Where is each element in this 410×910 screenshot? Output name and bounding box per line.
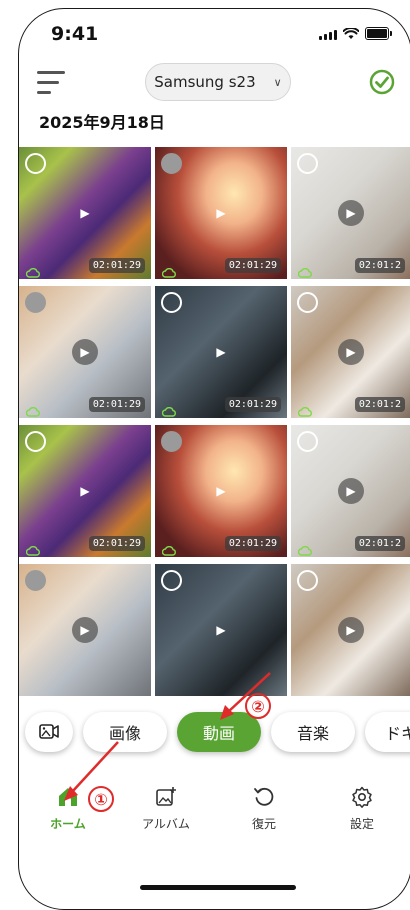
play-icon: ▶ xyxy=(338,617,364,643)
video-thumbnail[interactable]: ▶ xyxy=(291,564,410,696)
filter-chip-video[interactable]: 動画 xyxy=(177,712,261,752)
home-icon xyxy=(59,788,77,806)
grid-row: ▶ ▶ ▶ xyxy=(19,564,410,696)
filter-bar: 画像 動画 音楽 ドキ xyxy=(19,709,410,755)
video-image-icon xyxy=(39,724,59,739)
select-circle[interactable] xyxy=(297,570,318,591)
media-grid: ▶ 02:01:29 ▶ 02:01:29 ▶ 02:01:2 ▶ 02:01:29 ▶ 02:0… xyxy=(19,147,410,703)
video-thumbnail[interactable]: ▶ 02:01:2 xyxy=(291,147,410,279)
play-icon: ▶ xyxy=(72,617,98,643)
select-circle[interactable] xyxy=(25,153,46,174)
video-thumbnail[interactable]: ▶ 02:01:29 xyxy=(155,147,287,279)
status-icons xyxy=(319,27,392,40)
date-heading: 2025年9月18日 xyxy=(39,113,165,132)
select-circle[interactable] xyxy=(161,292,182,313)
cloud-icon xyxy=(25,263,40,278)
cloud-icon xyxy=(161,263,176,278)
play-icon: ▶ xyxy=(80,484,90,498)
duration-label: 02:01:2 xyxy=(354,397,405,412)
grid-row: ▶ 02:01:29 ▶ 02:01:29 ▶ 02:01:2 xyxy=(19,147,410,279)
video-thumbnail[interactable]: ▶ 02:01:2 xyxy=(291,286,410,418)
grid-row: ▶ 02:01:29 ▶ 02:01:29 ▶ 02:01:2 xyxy=(19,286,410,418)
play-icon: ▶ xyxy=(338,200,364,226)
filter-chip-image[interactable]: 画像 xyxy=(83,712,167,752)
duration-label: 02:01:29 xyxy=(88,397,145,412)
cloud-icon xyxy=(161,541,176,556)
select-circle[interactable] xyxy=(161,431,182,452)
play-icon: ▶ xyxy=(72,339,98,365)
select-circle[interactable] xyxy=(161,153,182,174)
video-thumbnail[interactable]: ▶ 02:01:29 xyxy=(155,286,287,418)
tab-bar: ホーム アルバム 復元 設定 xyxy=(19,771,410,841)
annotation-badge-1: ① xyxy=(88,786,114,812)
annotation-badge-2: ② xyxy=(245,693,271,719)
signal-icon xyxy=(319,30,337,40)
tab-album[interactable]: アルバム xyxy=(117,771,215,841)
cloud-icon xyxy=(25,402,40,417)
album-add-icon xyxy=(156,787,176,806)
select-circle[interactable] xyxy=(25,431,46,452)
duration-label: 02:01:29 xyxy=(224,536,281,551)
select-circle[interactable] xyxy=(297,431,318,452)
device-name: Samsung s23 xyxy=(154,73,256,91)
video-thumbnail[interactable]: ▶ xyxy=(19,564,151,696)
cloud-icon xyxy=(297,263,312,278)
wifi-icon xyxy=(343,28,359,39)
play-icon: ▶ xyxy=(216,345,226,359)
video-thumbnail[interactable]: ▶ 02:01:29 xyxy=(19,425,151,557)
play-icon: ▶ xyxy=(338,478,364,504)
cloud-icon xyxy=(25,541,40,556)
restore-icon xyxy=(254,787,274,806)
duration-label: 02:01:29 xyxy=(224,397,281,412)
play-icon: ▶ xyxy=(216,623,226,637)
video-thumbnail[interactable]: ▶ 02:01:29 xyxy=(155,425,287,557)
tab-label-home: ホーム xyxy=(50,817,86,831)
cloud-icon xyxy=(297,541,312,556)
tab-label-settings: 設定 xyxy=(349,817,374,831)
video-thumbnail[interactable]: ▶ 02:01:29 xyxy=(19,286,151,418)
video-thumbnail[interactable]: ▶ xyxy=(155,564,287,696)
chevron-down-icon: ∨ xyxy=(273,75,282,89)
select-circle[interactable] xyxy=(25,570,46,591)
tab-label-album: アルバム xyxy=(142,817,190,831)
video-thumbnail[interactable]: ▶ 02:01:2 xyxy=(291,425,410,557)
cloud-icon xyxy=(161,402,176,417)
filter-chip-media[interactable] xyxy=(25,712,73,752)
select-circle[interactable] xyxy=(161,570,182,591)
gear-icon xyxy=(352,786,372,808)
duration-label: 02:01:29 xyxy=(224,258,281,273)
select-circle[interactable] xyxy=(297,153,318,174)
battery-icon xyxy=(365,27,392,40)
tab-settings[interactable]: 設定 xyxy=(313,771,410,841)
duration-label: 02:01:29 xyxy=(88,258,145,273)
menu-icon[interactable] xyxy=(37,71,65,97)
video-thumbnail[interactable]: ▶ 02:01:29 xyxy=(19,147,151,279)
filter-chip-music[interactable]: 音楽 xyxy=(271,712,355,752)
phone-frame: 9:41 Samsung s23 ∨ 2025年9月18日 ▶ 02:01:29 ▶… xyxy=(18,8,410,910)
filter-chip-document[interactable]: ドキ xyxy=(365,712,410,752)
cloud-icon xyxy=(297,402,312,417)
play-icon: ▶ xyxy=(216,484,226,498)
tab-restore[interactable]: 復元 xyxy=(215,771,313,841)
device-selector[interactable]: Samsung s23 ∨ xyxy=(145,63,291,101)
play-icon: ▶ xyxy=(80,206,90,220)
play-icon: ▶ xyxy=(216,206,226,220)
select-circle[interactable] xyxy=(25,292,46,313)
tab-label-restore: 復元 xyxy=(251,817,276,831)
duration-label: 02:01:29 xyxy=(88,536,145,551)
duration-label: 02:01:2 xyxy=(354,536,405,551)
play-icon: ▶ xyxy=(338,339,364,365)
home-indicator xyxy=(140,885,296,890)
grid-row: ▶ 02:01:29 ▶ 02:01:29 ▶ 02:01:2 xyxy=(19,425,410,557)
duration-label: 02:01:2 xyxy=(354,258,405,273)
select-all-check-icon[interactable] xyxy=(369,69,395,95)
select-circle[interactable] xyxy=(297,292,318,313)
status-time: 9:41 xyxy=(51,23,99,45)
